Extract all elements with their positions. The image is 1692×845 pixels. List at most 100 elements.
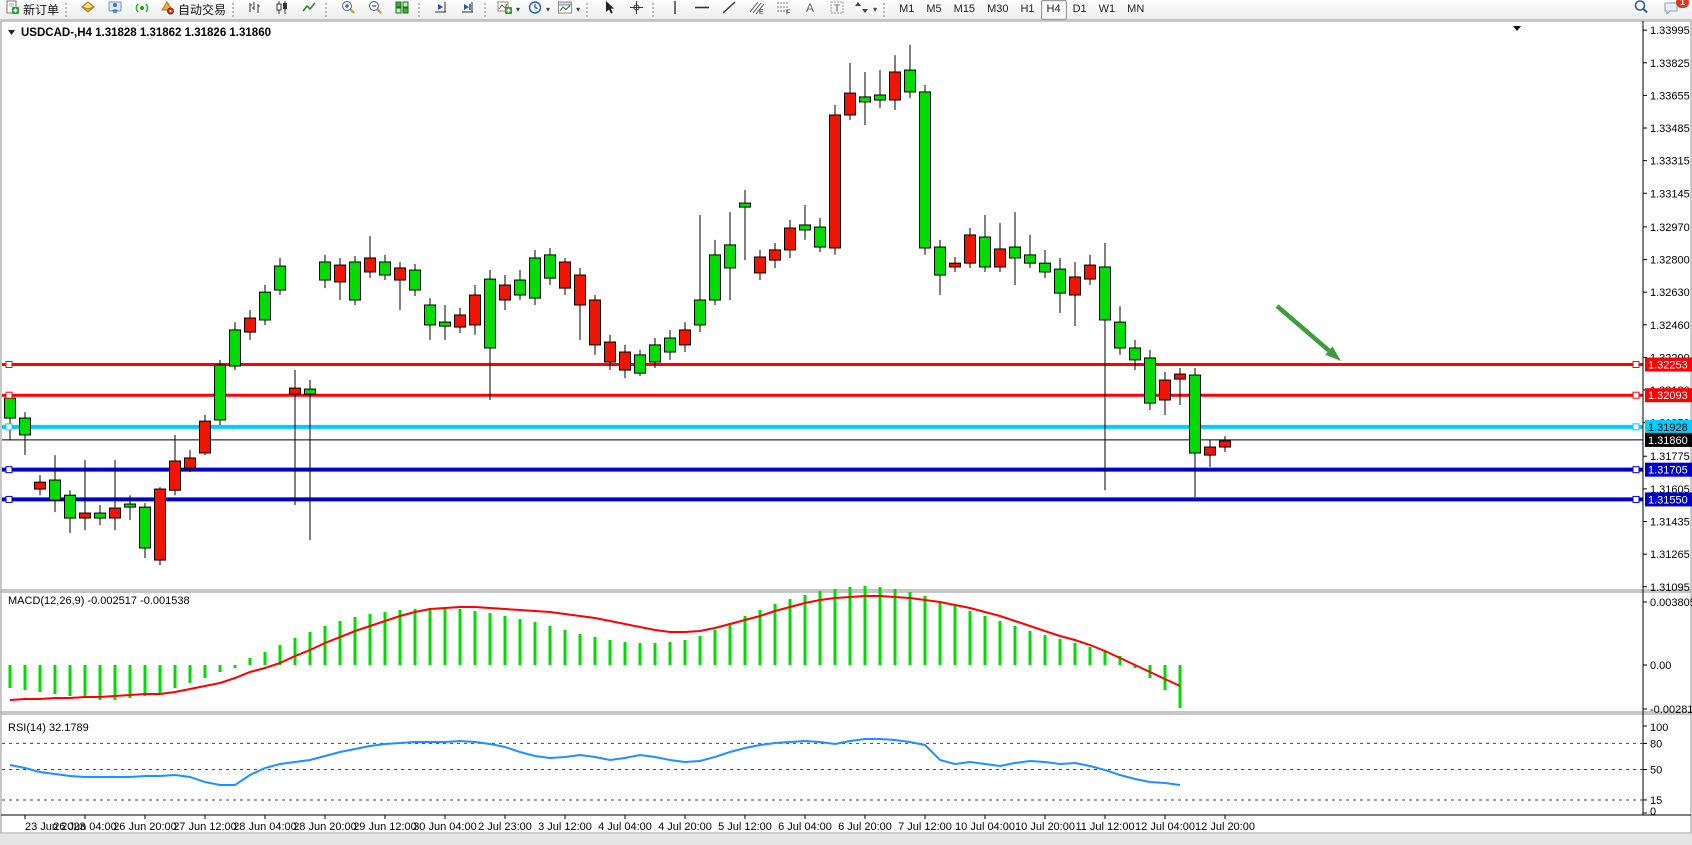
- auto-scroll-button[interactable]: [428, 0, 454, 20]
- candle: [965, 235, 976, 263]
- candle: [1085, 265, 1096, 279]
- candle: [1025, 255, 1036, 263]
- time-tick-label: 26 Jun 20:00: [113, 821, 177, 833]
- search-button[interactable]: [1628, 0, 1654, 20]
- vertical-line-tool-button[interactable]: [662, 0, 688, 20]
- candle: [410, 270, 421, 290]
- candle: [1190, 375, 1201, 453]
- line-handle[interactable]: [1633, 496, 1639, 502]
- auto-trading-label: 自动交易: [178, 1, 226, 18]
- fibonacci-tool-button[interactable]: F: [770, 0, 796, 20]
- line-handle[interactable]: [6, 361, 12, 367]
- rsi-axis-label: 0: [1650, 806, 1656, 818]
- crosshair-tool-button[interactable]: [623, 0, 649, 20]
- signals-button[interactable]: [129, 0, 155, 20]
- candle: [785, 228, 796, 250]
- notifications-button[interactable]: 1: [1658, 0, 1684, 20]
- svg-text:F: F: [786, 9, 790, 15]
- line-handle[interactable]: [6, 496, 12, 502]
- candle: [1160, 380, 1171, 400]
- timeframe-button-h1[interactable]: H1: [1014, 0, 1040, 20]
- indicators-button[interactable]: ▾: [494, 0, 523, 20]
- price-tick-label: 1.33315: [1650, 156, 1690, 168]
- bar-chart-icon: [247, 0, 263, 20]
- dropdown-caret: ▾: [576, 6, 580, 14]
- price-tick-label: 1.32800: [1650, 255, 1690, 267]
- candle: [755, 257, 766, 273]
- price-tick-label: 1.32630: [1650, 287, 1690, 299]
- market-button[interactable]: [75, 0, 101, 20]
- line-handle[interactable]: [1633, 392, 1639, 398]
- candle: [320, 262, 331, 280]
- channel-tool-button[interactable]: E: [743, 0, 769, 20]
- candle: [530, 258, 541, 298]
- candle: [395, 268, 406, 280]
- time-tick-label: 30 Jun 04:00: [413, 821, 477, 833]
- time-tick-label: 28 Jun 04:00: [233, 821, 297, 833]
- timeframe-button-mn[interactable]: MN: [1121, 0, 1150, 20]
- candle: [980, 237, 991, 267]
- price-tick-label: 1.32460: [1650, 320, 1690, 332]
- price-tick-label: 1.33995: [1650, 25, 1690, 37]
- timeframe-button-m1[interactable]: M1: [893, 0, 920, 20]
- line-handle[interactable]: [6, 424, 12, 430]
- trendline-tool-button[interactable]: [716, 0, 742, 20]
- new-order-label: 新订单: [23, 1, 59, 18]
- horizontal-line-tool-button[interactable]: [689, 0, 715, 20]
- auto-trading-button[interactable]: 自动交易: [156, 0, 229, 20]
- toolbar-separator: [232, 3, 239, 17]
- community-button[interactable]: [102, 0, 128, 20]
- time-tick-label: 27 Jun 12:00: [173, 821, 237, 833]
- text-label-tool-button[interactable]: T: [824, 0, 850, 20]
- line-handle[interactable]: [6, 467, 12, 473]
- rsi-axis-label: 100: [1650, 722, 1668, 734]
- timeframe-button-w1[interactable]: W1: [1093, 0, 1122, 20]
- price-tick-label: 1.31265: [1650, 549, 1690, 561]
- vertical-line-icon: [669, 0, 681, 20]
- line-handle[interactable]: [1633, 424, 1639, 430]
- arrows-tool-button[interactable]: ▾: [851, 0, 880, 20]
- timeframe-button-h4[interactable]: H4: [1041, 0, 1067, 20]
- chart-shift-button[interactable]: [455, 0, 481, 20]
- clock-icon: [527, 0, 543, 20]
- candlestick-chart-button[interactable]: [269, 0, 295, 20]
- text-icon: A: [803, 0, 817, 20]
- candle: [1010, 247, 1021, 258]
- candle: [290, 388, 301, 394]
- bar-chart-button[interactable]: [242, 0, 268, 20]
- candle: [1115, 322, 1126, 348]
- zoom-out-icon: [367, 0, 383, 20]
- time-tick-label: 26 Jun 04:00: [53, 821, 117, 833]
- cursor-tool-button[interactable]: [596, 0, 622, 20]
- line-handle[interactable]: [1633, 467, 1639, 473]
- text-tool-button[interactable]: A: [797, 0, 823, 20]
- new-order-button[interactable]: 新订单: [2, 0, 62, 20]
- time-tick-label: 4 Jul 04:00: [598, 821, 652, 833]
- time-tick-label: 11 Jul 12:00: [1075, 821, 1134, 833]
- line-handle[interactable]: [1633, 361, 1639, 367]
- toolbar-separator: [652, 3, 659, 17]
- zoom-in-button[interactable]: [335, 0, 361, 20]
- zoom-out-button[interactable]: [362, 0, 388, 20]
- cursor-icon: [602, 0, 616, 20]
- candle: [860, 97, 871, 102]
- candle: [620, 352, 631, 370]
- chart-canvas[interactable]: 1.339951.338251.336551.334851.333151.331…: [0, 20, 1692, 833]
- time-tick-label: 6 Jul 20:00: [838, 821, 892, 833]
- timeframe-button-m15[interactable]: M15: [948, 0, 981, 20]
- tile-windows-button[interactable]: [389, 0, 415, 20]
- tile-windows-icon: [394, 0, 410, 20]
- timeframe-button-m30[interactable]: M30: [981, 0, 1014, 20]
- periods-button[interactable]: ▾: [524, 0, 553, 20]
- line-handle[interactable]: [6, 392, 12, 398]
- rsi-axis-label: 50: [1650, 765, 1662, 777]
- templates-button[interactable]: ▾: [554, 0, 583, 20]
- timeframe-button-d1[interactable]: D1: [1067, 0, 1093, 20]
- candle: [440, 322, 451, 326]
- template-icon: [557, 0, 573, 20]
- timeframe-button-m5[interactable]: M5: [920, 0, 947, 20]
- line-chart-button[interactable]: [296, 0, 322, 20]
- price-tick-label: 1.31775: [1650, 451, 1690, 463]
- time-tick-label: 6 Jul 04:00: [778, 821, 832, 833]
- chart-title: USDCAD-,H4 1.31828 1.31862 1.31826 1.318…: [21, 27, 271, 39]
